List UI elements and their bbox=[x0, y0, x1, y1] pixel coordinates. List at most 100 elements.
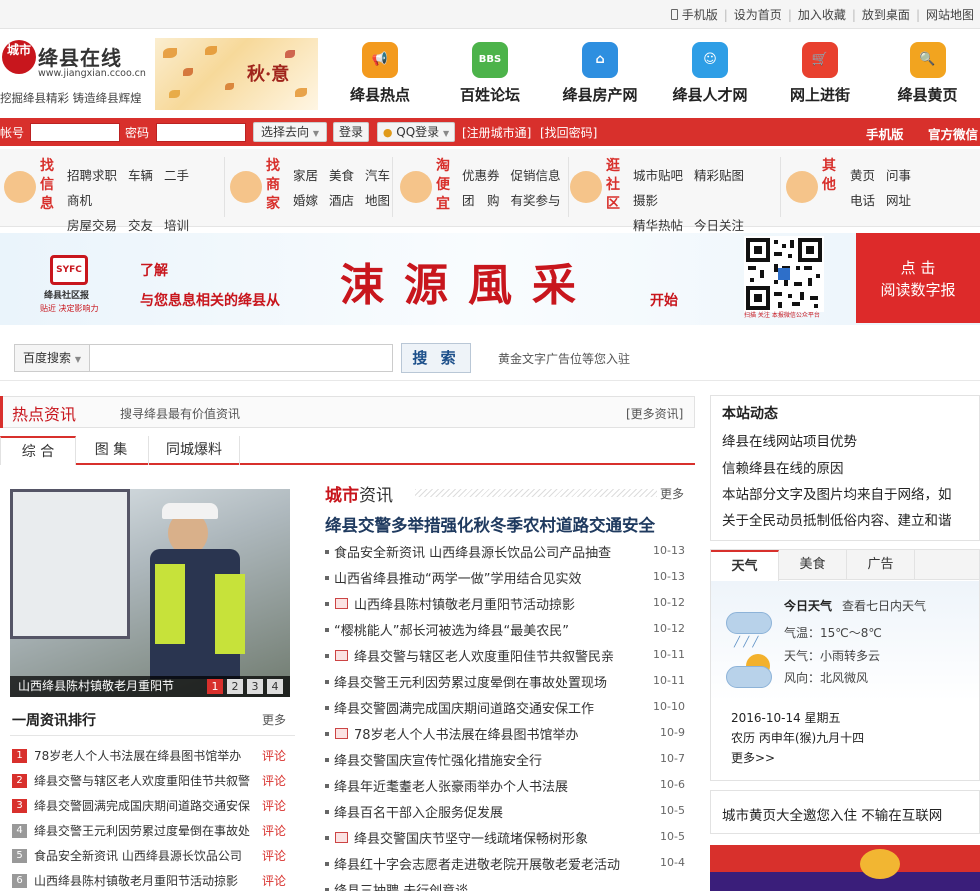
svc-link[interactable]: 汽车 bbox=[365, 163, 390, 188]
news-item[interactable]: 绛县年近耄耋老人张豪雨举办个人书法展 10-6 bbox=[325, 775, 685, 799]
news-item[interactable]: 绛县交警圆满完成国庆期间道路交通安保工作 10-10 bbox=[325, 697, 685, 721]
svc-link[interactable]: 二手 bbox=[164, 163, 189, 188]
search-button[interactable]: 搜 索 bbox=[401, 343, 471, 373]
news-title[interactable]: 山西绛县陈村镇敬老月重阳节活动掠影 bbox=[354, 594, 635, 613]
svc-link[interactable]: 有奖参与 bbox=[511, 188, 561, 213]
nav-realestate[interactable]: ⌂ 绛县房产网 bbox=[545, 42, 655, 105]
rank-item[interactable]: 1 78岁老人个人书法展在绛县图书馆举办 评论 bbox=[12, 746, 294, 766]
news-title[interactable]: 食品安全新资讯 山西绛县源长饮品公司产品抽查 bbox=[334, 542, 635, 561]
svc-link[interactable]: 精彩贴图 bbox=[694, 163, 744, 188]
seven-day-link[interactable]: 查看七日内天气 bbox=[842, 597, 926, 614]
rank-item[interactable]: 3 绛县交警圆满完成国庆期间道路交通安保 评论 bbox=[12, 796, 294, 816]
site-logo[interactable]: 城市 绛县在线 www.jiangxian.ccoo.cn bbox=[2, 40, 152, 90]
tab-ad[interactable]: 广告 bbox=[847, 550, 915, 580]
nav-jiangxian-hot[interactable]: 📢 绛县热点 bbox=[325, 42, 435, 105]
news-item[interactable]: 78岁老人个人书法展在绛县图书馆举办 10-9 bbox=[325, 723, 685, 747]
svc-link[interactable]: 电话 bbox=[850, 188, 875, 213]
city-news-more-link[interactable]: 更多 bbox=[660, 485, 684, 502]
news-item[interactable]: 绛县交警王元利因劳累过度晕倒在事故处置现场 10-11 bbox=[325, 671, 685, 695]
news-title[interactable]: 山西省绛县推动“两学一做”学用结合见实效 bbox=[334, 568, 635, 587]
top-link-mobile[interactable]: 手机版 bbox=[682, 6, 718, 23]
news-title[interactable]: 绛县交警与辖区老人欢度重阳佳节共叙警民亲 bbox=[354, 646, 635, 665]
top-link-favorite[interactable]: 加入收藏 bbox=[798, 6, 846, 23]
news-item[interactable]: 绛县交警与辖区老人欢度重阳佳节共叙警民亲 10-11 bbox=[325, 645, 685, 669]
news-item[interactable]: 绛县红十字会志愿者走进敬老院开展敬老爱老活动 10-4 bbox=[325, 853, 685, 877]
site-news-item[interactable]: 绛县在线网站项目优势 bbox=[722, 430, 857, 450]
search-engine-select[interactable]: 百度搜索 ▼ bbox=[14, 344, 90, 372]
goto-select[interactable]: 选择去向 ▼ bbox=[253, 122, 327, 142]
text-ad-slot[interactable]: 黄金文字广告位等您入驻 bbox=[498, 350, 630, 367]
svc-link[interactable]: 促销信息 bbox=[511, 163, 561, 188]
photo-page-3[interactable]: 3 bbox=[247, 679, 263, 694]
news-title[interactable]: 绛县红十字会志愿者走进敬老院开展敬老爱老活动 bbox=[334, 854, 635, 873]
news-item[interactable]: 山西绛县陈村镇敬老月重阳节活动掠影 10-12 bbox=[325, 593, 685, 617]
community-newspaper-banner[interactable]: SYFC 了解 与您息息相关的绛县从 涑源風采 开始 bbox=[0, 233, 980, 325]
photo-page-1[interactable]: 1 bbox=[207, 679, 223, 694]
tab-food[interactable]: 美食 bbox=[779, 550, 847, 580]
svc-link[interactable]: 车辆 bbox=[128, 163, 153, 188]
svc-link[interactable]: 商机 bbox=[67, 188, 92, 213]
photo-page-2[interactable]: 2 bbox=[227, 679, 243, 694]
bottom-ad-banner[interactable] bbox=[710, 845, 980, 891]
news-title[interactable]: 绛县交警国庆节坚守一线疏堵保畅树形象 bbox=[354, 828, 635, 847]
news-title[interactable]: 78岁老人个人书法展在绛县图书馆举办 bbox=[354, 724, 635, 743]
qq-login-button[interactable]: ● QQ登录 ▼ bbox=[377, 122, 455, 142]
svc-link[interactable]: 黄页 bbox=[850, 163, 875, 188]
search-input[interactable] bbox=[90, 344, 393, 372]
news-title[interactable]: 绛县交警圆满完成国庆期间道路交通安保工作 bbox=[334, 698, 635, 717]
tab-gallery[interactable]: 图 集 bbox=[76, 436, 146, 465]
svc-link[interactable]: 城市贴吧 bbox=[633, 163, 683, 188]
news-item[interactable]: 绛县百名干部入企服务促发展 10-5 bbox=[325, 801, 685, 825]
top-link-homepage[interactable]: 设为首页 bbox=[734, 6, 782, 23]
account-input[interactable] bbox=[30, 123, 120, 142]
yellow-pages-link[interactable]: 城市黄页大全邀您入住 不输在互联网 bbox=[722, 804, 942, 824]
news-item[interactable]: 绛县交警国庆宣传忙强化措施安全行 10-7 bbox=[325, 749, 685, 773]
read-digital-paper-button[interactable]: 点 击 阅读数字报 bbox=[856, 233, 980, 323]
site-news-item[interactable]: 信赖绛县在线的原因 bbox=[722, 457, 844, 477]
login-button[interactable]: 登录 bbox=[333, 122, 369, 142]
rank-item[interactable]: 6 山西绛县陈村镇敬老月重阳节活动掠影 评论 bbox=[12, 871, 294, 891]
news-item[interactable]: 山西省绛县推动“两学一做”学用结合见实效 10-13 bbox=[325, 567, 685, 591]
svc-link[interactable]: 美食 bbox=[329, 163, 354, 188]
news-title[interactable]: 绛县交警国庆宣传忙强化措施安全行 bbox=[334, 750, 635, 769]
nav-shopping[interactable]: 🛒 网上进街 bbox=[765, 42, 875, 105]
photo-page-4[interactable]: 4 bbox=[267, 679, 283, 694]
tab-weather[interactable]: 天气 bbox=[711, 550, 779, 581]
rank-item[interactable]: 2 绛县交警与辖区老人欢度重阳佳节共叙警 评论 bbox=[12, 771, 294, 791]
news-title[interactable]: 绛县百名干部入企服务促发展 bbox=[334, 802, 635, 821]
rank-item[interactable]: 5 食品安全新资讯 山西绛县源长饮品公司 评论 bbox=[12, 846, 294, 866]
register-link[interactable]: [注册城市通] bbox=[462, 124, 531, 141]
recover-link[interactable]: [找回密码] bbox=[540, 124, 597, 141]
news-item[interactable]: 绛县三抽聘 未行创意谈 bbox=[325, 879, 685, 891]
svc-link[interactable]: 招聘求职 bbox=[67, 163, 117, 188]
top-link-desktop[interactable]: 放到桌面 bbox=[862, 6, 910, 23]
site-news-item[interactable]: 关于全民动员抵制低俗内容、建立和谐 bbox=[722, 509, 952, 529]
svc-link[interactable]: 问事 bbox=[886, 163, 911, 188]
weather-more-link[interactable]: 更多>> bbox=[731, 749, 775, 766]
nav-yellowpages[interactable]: 🔍 绛县黄页 bbox=[875, 42, 980, 105]
nav-forum[interactable]: BBS 百姓论坛 bbox=[435, 42, 545, 105]
svc-link[interactable]: 摄影 bbox=[633, 188, 658, 213]
rank-item[interactable]: 4 绛县交警王元利因劳累过度晕倒在事故处 评论 bbox=[12, 821, 294, 841]
news-item[interactable]: “樱桃能人”郝长河被选为绛县“最美农民” 10-12 bbox=[325, 619, 685, 643]
svc-link[interactable]: 婚嫁 bbox=[293, 188, 318, 213]
news-title[interactable]: 绛县交警王元利因劳累过度晕倒在事故处置现场 bbox=[334, 672, 635, 691]
tab-citytips[interactable]: 同城爆料 bbox=[148, 436, 240, 465]
mobile-link[interactable]: 手机版 bbox=[866, 124, 904, 143]
tab-general[interactable]: 综 合 bbox=[0, 436, 76, 465]
more-news-link[interactable]: [更多资讯] bbox=[626, 405, 683, 422]
site-news-item[interactable]: 本站部分文字及图片均来自于网络，如 bbox=[722, 483, 952, 503]
password-input[interactable] bbox=[156, 123, 246, 142]
headline-link[interactable]: 绛县交警多举措强化秋冬季农村道路交通安全 bbox=[325, 512, 655, 536]
news-photo[interactable] bbox=[10, 489, 290, 697]
news-title[interactable]: 绛县年近耄耋老人张豪雨举办个人书法展 bbox=[334, 776, 635, 795]
svc-link[interactable]: 团 购 bbox=[462, 188, 500, 213]
news-item[interactable]: 食品安全新资讯 山西绛县源长饮品公司产品抽查 10-13 bbox=[325, 541, 685, 565]
top-link-sitemap[interactable]: 网站地图 bbox=[926, 6, 974, 23]
svc-link[interactable]: 家居 bbox=[293, 163, 318, 188]
svc-link[interactable]: 网址 bbox=[886, 188, 911, 213]
svc-link[interactable]: 酒店 bbox=[329, 188, 354, 213]
svc-link[interactable]: 地图 bbox=[365, 188, 390, 213]
news-title[interactable]: 绛县三抽聘 未行创意谈 bbox=[334, 880, 635, 891]
news-item[interactable]: 绛县交警国庆节坚守一线疏堵保畅树形象 10-5 bbox=[325, 827, 685, 851]
